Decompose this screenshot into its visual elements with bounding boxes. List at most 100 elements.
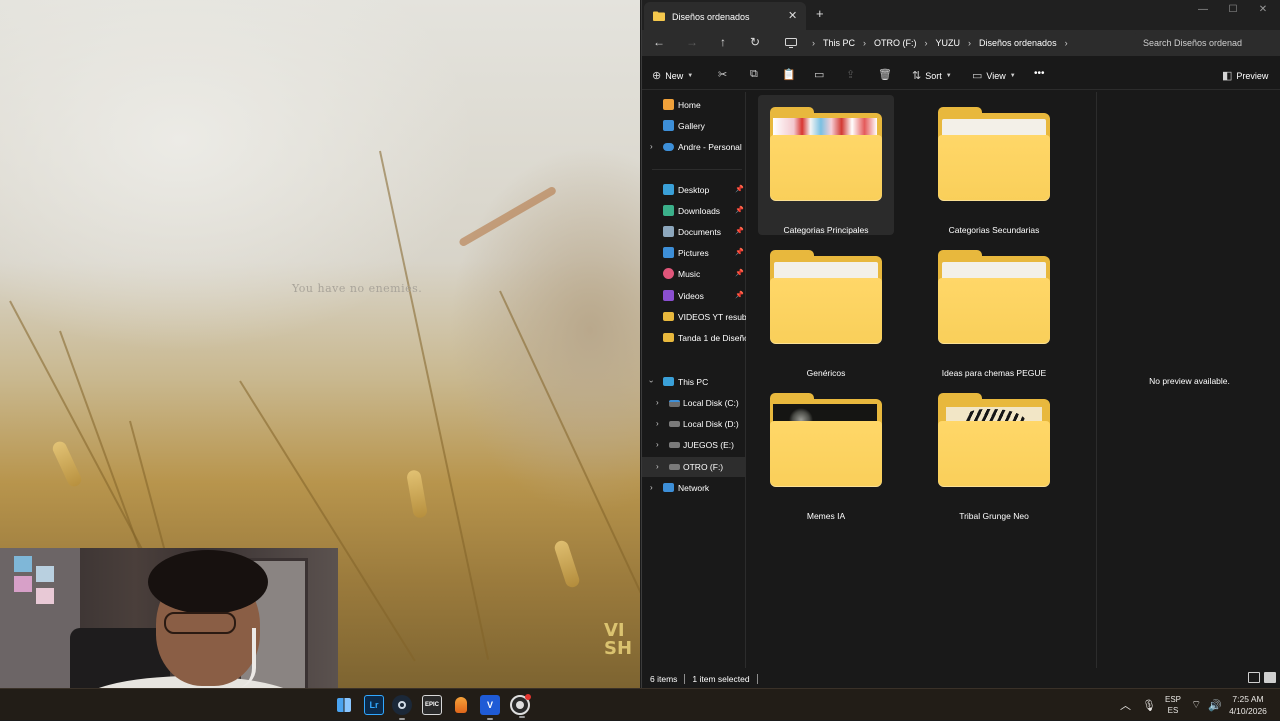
view-button-label: View — [986, 70, 1006, 81]
up-arrow-icon[interactable]: ↑ — [714, 35, 732, 49]
pin-icon[interactable]: 📌 — [735, 227, 744, 235]
microphone-icon[interactable]: 🎙 — [1142, 689, 1156, 721]
sidebar-item-onedrive[interactable]: › Andre - Personal — [642, 137, 746, 157]
breadcrumb-this-pc[interactable]: This PC — [821, 38, 857, 48]
close-window-icon[interactable]: ✕ — [1248, 4, 1278, 15]
pin-icon[interactable]: 📌 — [735, 206, 744, 214]
chevron-right-icon[interactable]: › — [1065, 38, 1068, 48]
sidebar-item-local-disk-c[interactable]: › Local Disk (C:) — [642, 393, 746, 413]
chevron-up-icon[interactable]: ︿ — [1120, 689, 1131, 721]
chevron-down-icon[interactable]: › — [647, 380, 656, 383]
copy-icon[interactable]: ⧉ — [750, 68, 758, 81]
cut-icon[interactable]: ✂ — [718, 68, 727, 81]
sidebar-item-pictures[interactable]: Pictures 📌 — [642, 243, 746, 263]
preview-pane: No preview available. — [1096, 92, 1280, 668]
large-icons-view-icon[interactable] — [1264, 672, 1276, 683]
epic-games-app[interactable]: EPIC — [422, 695, 442, 715]
paste-icon[interactable]: 📋 — [782, 68, 796, 81]
pin-icon[interactable]: 📌 — [735, 291, 744, 299]
sidebar-item-videos[interactable]: Videos 📌 — [642, 286, 746, 306]
drive-icon — [669, 442, 680, 448]
pin-icon[interactable]: 📌 — [735, 269, 744, 277]
back-arrow-icon[interactable]: ← — [650, 35, 668, 49]
onedrive-icon — [663, 143, 674, 151]
chevron-right-icon: › — [968, 38, 972, 48]
breadcrumb-otro-drive[interactable]: OTRO (F:) — [872, 38, 919, 48]
breadcrumb-disenos-ordenados[interactable]: Diseños ordenados — [977, 38, 1059, 48]
vegas-app[interactable]: V — [480, 695, 500, 720]
sidebar-item-label: Documents — [678, 227, 721, 237]
details-view-icon[interactable] — [1248, 672, 1260, 683]
sidebar-item-label: VIDEOS YT resubir — [678, 312, 746, 322]
sidebar-item-home[interactable]: Home — [642, 95, 746, 115]
sidebar-item-gallery[interactable]: Gallery — [642, 116, 746, 136]
folder-tile-tribal-grunge-neo[interactable]: Tribal Grunge Neo — [926, 381, 1062, 521]
more-options-icon[interactable]: ••• — [1034, 68, 1045, 79]
sidebar-item-juegos-e[interactable]: › JUEGOS (E:) — [642, 435, 746, 455]
sidebar-item-label: OTRO (F:) — [683, 462, 724, 472]
wheat-head — [552, 539, 582, 589]
chevron-right-icon[interactable]: › — [656, 419, 659, 428]
sidebar-item-music[interactable]: Music 📌 — [642, 264, 746, 284]
pin-icon[interactable]: 📌 — [735, 248, 744, 256]
file-explorer-app[interactable] — [334, 695, 354, 715]
sidebar-item-label: Pictures — [678, 248, 709, 258]
pin-icon[interactable]: 📌 — [735, 185, 744, 193]
chevron-right-icon[interactable]: › — [650, 483, 653, 492]
preview-button[interactable]: ◧ Preview — [1222, 69, 1268, 82]
breadcrumb-yuzu[interactable]: YUZU — [934, 38, 963, 48]
sidebar-item-label: Home — [678, 100, 701, 110]
language-code: ESP — [1164, 695, 1181, 704]
lightroom-app[interactable]: Lr — [364, 695, 384, 715]
clock[interactable]: 7:25 AM 4/10/2026 — [1226, 693, 1270, 717]
view-button[interactable]: ▭ View ▼ — [972, 69, 1016, 82]
wifi-icon[interactable]: ⌔ — [1191, 689, 1201, 721]
refresh-icon[interactable]: ↻ — [746, 35, 764, 49]
folder-tile-memes-ia[interactable]: Memes IA — [758, 381, 894, 521]
wallpaper-quote: You have no enemies. — [292, 282, 423, 295]
language-indicator[interactable]: ESP ES — [1162, 694, 1184, 716]
obs-app[interactable] — [510, 694, 531, 718]
sidebar-item-videos-yt-resubir[interactable]: VIDEOS YT resubir — [642, 307, 746, 327]
sidebar-item-local-disk-d[interactable]: › Local Disk (D:) — [642, 414, 746, 434]
minimize-icon[interactable]: — — [1188, 4, 1218, 15]
chevron-right-icon[interactable]: › — [656, 440, 659, 449]
share-icon[interactable]: ⇪ — [846, 68, 855, 81]
sidebar-item-otro-f[interactable]: › OTRO (F:) — [642, 457, 746, 477]
folder-name: Tribal Grunge Neo — [959, 511, 1029, 521]
volume-icon[interactable]: 🔊 — [1208, 689, 1222, 721]
chevron-right-icon[interactable]: › — [656, 462, 659, 471]
folder-tile-genericos[interactable]: Genéricos — [758, 238, 894, 378]
maximize-icon[interactable]: ☐ — [1218, 4, 1248, 15]
chevron-right-icon[interactable]: › — [650, 142, 653, 151]
folder-tile-categorias-principales[interactable]: Categorias Principales — [758, 95, 894, 235]
chevron-right-icon: › — [924, 38, 928, 48]
divider — [756, 674, 758, 684]
folder-tile-categorias-secundarias[interactable]: Categorias Secundarias — [926, 95, 1062, 235]
sidebar-item-documents[interactable]: Documents 📌 — [642, 222, 746, 242]
sticky-note — [36, 566, 54, 582]
forward-arrow-icon[interactable]: → — [683, 35, 701, 49]
sidebar-item-label: Videos — [678, 291, 704, 301]
sidebar-item-tanda-1[interactable]: Tanda 1 de Diseños — [642, 328, 746, 348]
search-input[interactable]: Search Diseños ordenad — [1133, 33, 1271, 53]
sort-button[interactable]: ⇅ Sort ▼ — [912, 69, 952, 82]
drive-icon — [669, 464, 680, 470]
sidebar-item-desktop[interactable]: Desktop 📌 — [642, 180, 746, 200]
close-tab-icon[interactable]: ✕ — [788, 9, 797, 22]
clock-date: 4/10/2026 — [1229, 706, 1267, 716]
new-tab-button[interactable]: + — [816, 6, 824, 21]
sidebar-item-this-pc[interactable]: › This PC — [642, 372, 746, 392]
title-bar: Diseños ordenados ✕ + — ☐ ✕ — [642, 0, 1280, 30]
sidebar-item-downloads[interactable]: Downloads 📌 — [642, 201, 746, 221]
steam-app[interactable] — [392, 695, 412, 720]
sidebar-item-network[interactable]: › Network — [642, 478, 746, 498]
breadcrumb[interactable]: › This PC › OTRO (F:) › YUZU › Diseños o… — [776, 33, 1126, 53]
explorer-tab[interactable]: Diseños ordenados ✕ — [644, 2, 806, 30]
folder-tile-ideas-para-chemas[interactable]: Ideas para chemas PEGUE — [926, 238, 1062, 378]
delete-icon[interactable]: 🗑 — [878, 68, 892, 81]
rename-icon[interactable]: ▭ — [814, 68, 824, 81]
chevron-right-icon[interactable]: › — [656, 398, 659, 407]
new-button[interactable]: ⊕ New ▼ — [652, 69, 693, 82]
fl-studio-app[interactable] — [451, 695, 471, 715]
